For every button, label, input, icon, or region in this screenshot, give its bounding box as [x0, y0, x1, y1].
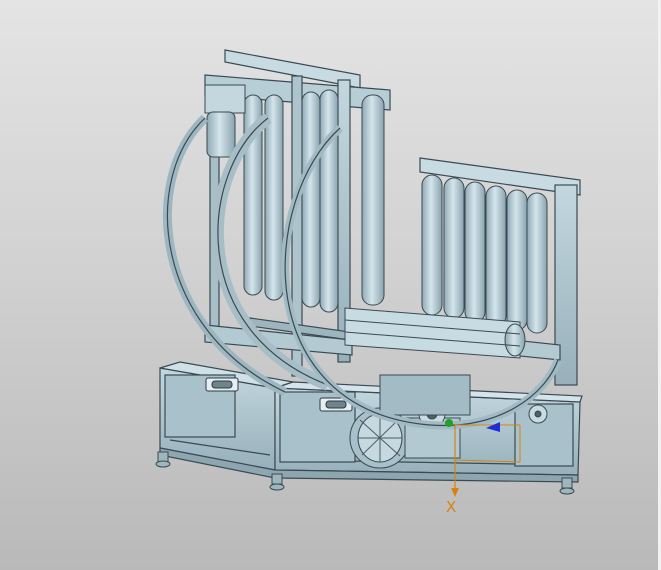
- side-roller-bank: [421, 174, 548, 334]
- triad-x-label: X: [446, 498, 457, 516]
- cad-viewport[interactable]: X: [0, 0, 661, 570]
- right-pulley: [528, 404, 548, 424]
- upender-machine-model[interactable]: [0, 0, 661, 570]
- triad-x-arrow: [451, 488, 459, 497]
- triad-z-marker: [445, 419, 453, 427]
